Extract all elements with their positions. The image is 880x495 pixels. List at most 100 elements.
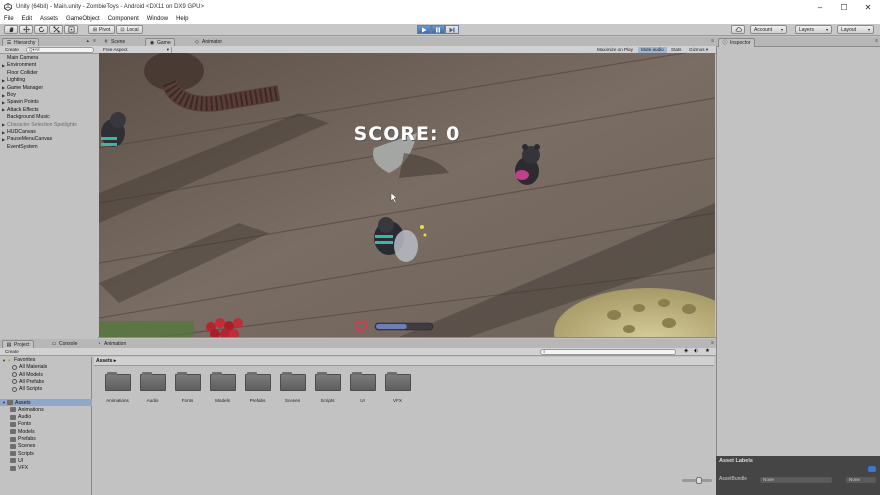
layers-dropdown[interactable]: Layers ▾ [795, 25, 832, 34]
hierarchy-item[interactable]: ▶ HUDCanvas [2, 129, 36, 135]
local-toggle[interactable]: ⊡ Local [116, 25, 143, 34]
hierarchy-item[interactable]: ▶ Character Selection Spotlights [2, 122, 77, 128]
scale-tool-button[interactable] [49, 25, 63, 34]
hierarchy-create-button[interactable]: Create [2, 47, 22, 53]
asset-folder-node[interactable]: Audio [10, 414, 31, 420]
filter-label-icon[interactable]: ⬖ [694, 348, 698, 354]
asset-folder-item[interactable]: Fonts [170, 372, 205, 403]
panel-menu-icon[interactable]: ≡ [93, 38, 96, 44]
favorite-item[interactable]: All Materials [12, 364, 47, 370]
health-bar-fill [376, 324, 407, 329]
hierarchy-item[interactable]: Main Camera [2, 55, 38, 61]
asset-folder-node[interactable]: Scripts [10, 451, 34, 457]
hierarchy-item[interactable]: ▶ Lighting [2, 77, 25, 83]
tab-inspector[interactable]: ⓘ Inspector [718, 38, 755, 47]
hierarchy-item[interactable]: Floor Collider [2, 70, 38, 76]
folder-icon [10, 436, 16, 442]
menu-help[interactable]: Help [172, 16, 192, 22]
hierarchy-search-input[interactable]: Q▾All [26, 47, 94, 53]
game-view[interactable]: SCORE: 0 [99, 53, 715, 337]
hierarchy-item[interactable]: ▶ Boy [2, 92, 16, 98]
account-dropdown[interactable]: Account ▾ [750, 25, 787, 34]
assetbundle-value: None [763, 477, 774, 482]
close-button[interactable]: ✕ [856, 0, 880, 14]
asset-folder-node[interactable]: Fonts [10, 421, 31, 427]
panel-menu-icon[interactable]: ≡ [711, 340, 714, 346]
label-tag-icon[interactable] [868, 466, 876, 472]
panel-menu-icon[interactable]: ≡ [875, 38, 878, 44]
lock-icon[interactable]: ▴ [86, 38, 89, 44]
play-icon [422, 27, 427, 32]
asset-folder-node[interactable]: Scenes [10, 443, 35, 449]
hierarchy-item[interactable]: ▶ Game Manager [2, 85, 43, 91]
hierarchy-item[interactable]: ▶ Spawn Points [2, 99, 39, 105]
inspector-tabbar: ⓘ Inspector ≡ [716, 37, 880, 47]
search-icon: Q▾All [29, 47, 40, 52]
filter-type-icon[interactable]: ◈ [684, 348, 688, 354]
layout-dropdown[interactable]: Layout ▾ [837, 25, 874, 34]
asset-folder-item[interactable]: Animations [100, 372, 135, 403]
project-create-button[interactable]: Create [2, 349, 22, 355]
menu-component[interactable]: Component [104, 16, 143, 22]
collab-cloud-button[interactable] [731, 25, 745, 34]
asset-folder-node[interactable]: Models [10, 429, 35, 435]
panel-menu-icon[interactable]: ≡ [711, 38, 714, 44]
assetbundle-variant-dropdown[interactable]: None [846, 477, 876, 483]
favorites-star-icon: ★ [7, 357, 12, 364]
play-button[interactable] [417, 25, 431, 34]
asset-folder-node[interactable]: Prefabs [10, 436, 36, 442]
asset-folder-item[interactable]: UI [345, 372, 380, 403]
pause-button[interactable] [431, 25, 445, 34]
asset-folder-label: Audio [146, 398, 159, 403]
asset-folder-node[interactable]: VFX [10, 465, 28, 471]
asset-folder-item[interactable]: Prefabs [240, 372, 275, 403]
asset-folder-item[interactable]: Scripts [310, 372, 345, 403]
hierarchy-item[interactable]: ▶ Environment [2, 62, 36, 68]
pivot-toggle[interactable]: ⊞ Pivot [88, 25, 115, 34]
slider-thumb[interactable] [696, 477, 702, 484]
menu-window[interactable]: Window [143, 16, 172, 22]
asset-folder-node-label: Audio [18, 414, 32, 421]
favorite-star-icon[interactable]: ★ [705, 348, 710, 354]
menu-assets[interactable]: Assets [36, 16, 62, 22]
local-label: Local [126, 26, 139, 33]
hierarchy-item[interactable]: EventSystem [2, 144, 38, 150]
hierarchy-subbar: Create Q▾All [0, 46, 98, 54]
step-button[interactable] [445, 25, 459, 34]
hierarchy-item[interactable]: ▶ Attack Effects [2, 107, 39, 113]
asset-folder-node-label: Animations [18, 406, 44, 413]
rotate-tool-button[interactable] [34, 25, 48, 34]
icon-size-slider[interactable] [682, 477, 712, 484]
hand-tool-button[interactable] [4, 25, 18, 34]
search-icon [12, 386, 17, 392]
rect-tool-button[interactable] [64, 25, 78, 34]
menu-edit[interactable]: Edit [18, 16, 36, 22]
asset-folder-node[interactable]: UI [10, 458, 23, 464]
maximize-button[interactable]: ☐ [832, 0, 856, 14]
favorite-item[interactable]: All Prefabs [12, 379, 44, 385]
asset-folder-item[interactable]: Audio [135, 372, 170, 403]
menu-gameobject[interactable]: GameObject [62, 16, 104, 22]
project-search-input[interactable]: ⌕ [540, 349, 676, 355]
layout-label: Layout [841, 26, 857, 33]
menu-file[interactable]: File [0, 16, 18, 22]
breadcrumb[interactable]: Assets ▸ [96, 358, 116, 364]
move-tool-button[interactable] [19, 25, 33, 34]
asset-folder-node[interactable]: Animations [10, 407, 44, 413]
assets-root-node[interactable]: ▼ Assets [2, 400, 31, 406]
hierarchy-item-label: Environment [7, 62, 37, 69]
folder-icon [10, 429, 16, 435]
asset-folder-item[interactable]: Models [205, 372, 240, 403]
asset-folder-item[interactable]: Scenes [275, 372, 310, 403]
hierarchy-item[interactable]: Background Music [2, 114, 50, 120]
minimize-button[interactable]: – [808, 0, 832, 14]
favorite-item[interactable]: All Models [12, 372, 43, 378]
asset-folder-item[interactable]: VFX [380, 372, 415, 403]
game-view-divider [98, 337, 716, 338]
asset-folder-node-label: UI [18, 457, 24, 464]
assetbundle-dropdown[interactable]: None [760, 477, 832, 483]
favorite-item[interactable]: All Scripts [12, 386, 42, 392]
favorites-node[interactable]: ▼ ★ Favorites [2, 357, 35, 364]
project-sidebar: ▼ ★ Favorites All Materials All Models All Pr… [0, 357, 92, 495]
hierarchy-item[interactable]: ▶ PauseMenuCanvas [2, 136, 52, 142]
